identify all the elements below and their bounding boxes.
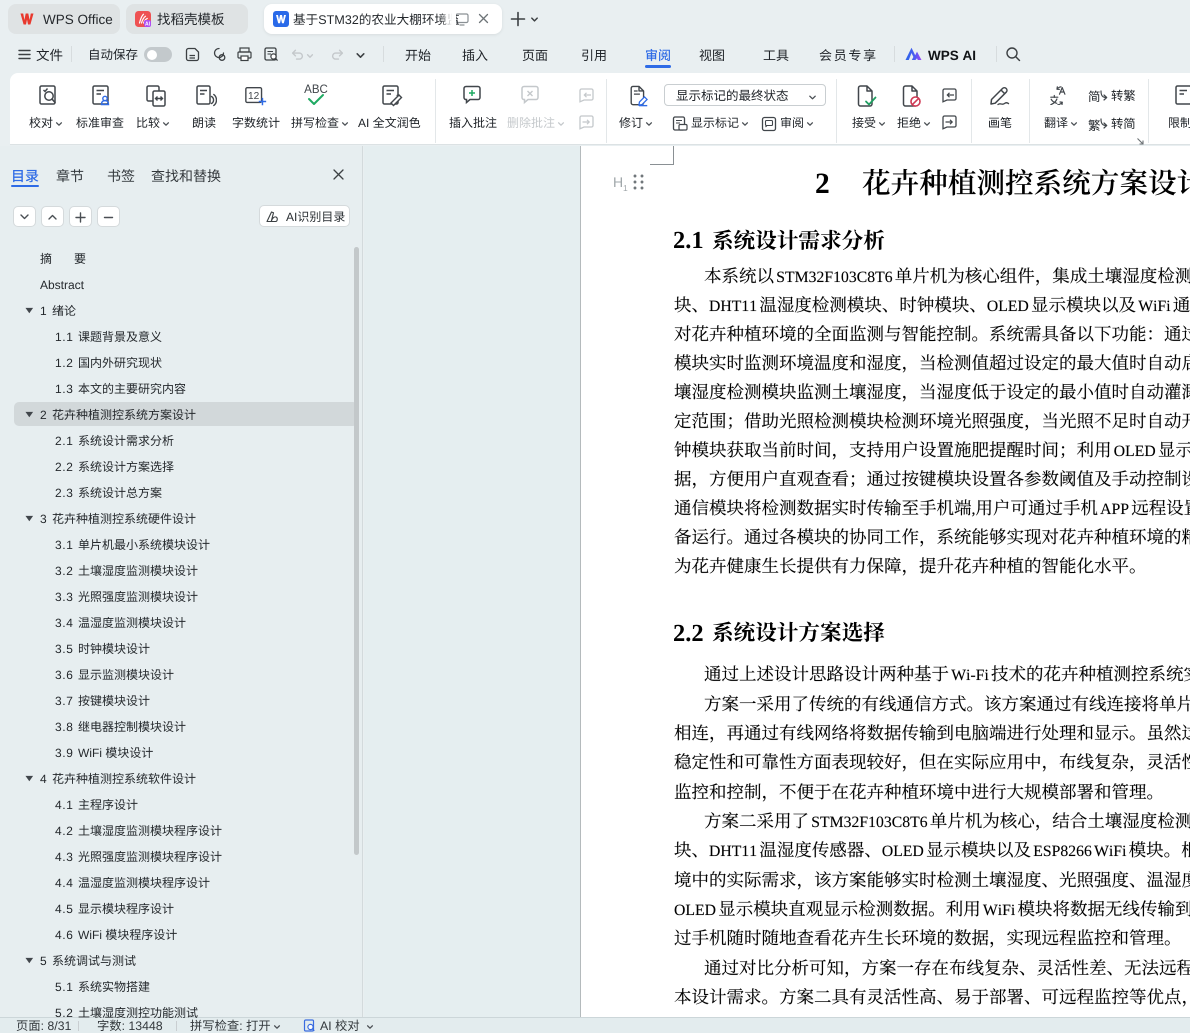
svg-text:ABC: ABC	[304, 84, 328, 96]
svg-text:12: 12	[248, 91, 260, 102]
svg-text:AI: AI	[145, 21, 151, 27]
